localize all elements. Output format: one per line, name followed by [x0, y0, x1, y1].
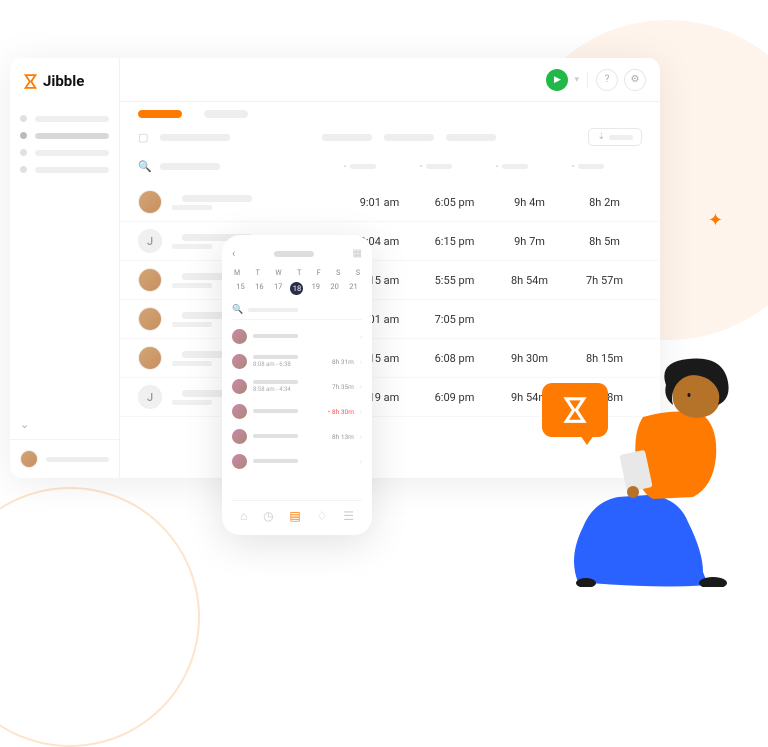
topbar: ▶ ▾ ? ⚙: [120, 58, 660, 102]
mobile-list: ›8:08 am - 6:388h 31m›8:58 am - 4:347h 3…: [232, 324, 362, 496]
sidebar: Jibble ⌄: [10, 58, 120, 478]
avatar: J: [138, 385, 162, 409]
filter-bar: ▢ ⇣: [120, 118, 660, 156]
clock-in-button[interactable]: ▶: [546, 69, 568, 91]
weekday-labels: MTWTFSS: [232, 266, 362, 280]
cell: 5:55 pm: [417, 274, 492, 287]
sidebar-collapse-toggle[interactable]: ⌄: [10, 410, 119, 439]
cell: 6:15 pm: [417, 235, 492, 248]
list-item[interactable]: ◔ 8h 30m›: [232, 399, 362, 424]
cell: 8h 2m: [567, 196, 642, 209]
cell: 8h 5m: [567, 235, 642, 248]
cell: 9:01 am: [342, 196, 417, 209]
sidebar-item[interactable]: [20, 161, 109, 178]
avatar: [138, 268, 162, 292]
timesheets-icon[interactable]: ▤: [289, 509, 300, 523]
date-cell[interactable]: 16: [253, 282, 266, 295]
date-cell[interactable]: 15: [234, 282, 247, 295]
avatar: [232, 329, 247, 344]
column-header: ◔: [570, 162, 642, 171]
hourglass-logo-icon: [22, 73, 39, 90]
dropdown-caret-icon[interactable]: ▾: [574, 75, 579, 85]
avatar: [232, 354, 247, 369]
avatar: [138, 346, 162, 370]
cell: 7:05 pm: [417, 313, 492, 326]
search-icon[interactable]: 🔍: [138, 160, 152, 173]
mobile-search[interactable]: 🔍: [232, 301, 362, 320]
timer-icon[interactable]: ◷: [263, 509, 273, 523]
date-cell[interactable]: 21: [347, 282, 360, 295]
column-header: ◔: [418, 162, 490, 171]
cell: 9h 7m: [492, 235, 567, 248]
cell: 9h 30m: [492, 352, 567, 365]
tab[interactable]: [204, 110, 248, 118]
avatar: J: [138, 229, 162, 253]
tab-active[interactable]: [138, 110, 182, 118]
menu-icon[interactable]: ☰: [343, 509, 354, 523]
shield-icon[interactable]: ♢: [317, 509, 328, 523]
avatar: [232, 379, 247, 394]
avatar: [20, 450, 38, 468]
date-cell[interactable]: 19: [309, 282, 322, 295]
sidebar-item[interactable]: [20, 110, 109, 127]
speech-bubble: [542, 383, 608, 437]
logo[interactable]: Jibble: [10, 58, 119, 110]
logo-text: Jibble: [43, 72, 84, 90]
list-item[interactable]: 8:08 am - 6:388h 31m›: [232, 349, 362, 374]
list-item[interactable]: 8:58 am - 4:347h 35m›: [232, 374, 362, 399]
list-item[interactable]: ›: [232, 324, 362, 349]
cell: [492, 313, 567, 326]
avatar: [138, 190, 162, 214]
column-header: ◔: [494, 162, 566, 171]
help-button[interactable]: ?: [596, 69, 618, 91]
cell: 9h 4m: [492, 196, 567, 209]
list-item[interactable]: ›: [232, 449, 362, 474]
cell: 7h 57m: [567, 274, 642, 287]
cell: [567, 313, 642, 326]
table-row[interactable]: 8:01 am7:05 pm: [120, 300, 660, 339]
table-row[interactable]: J9:04 am6:15 pm9h 7m8h 5m: [120, 222, 660, 261]
cell: 6:09 pm: [417, 391, 492, 404]
cell: 6:08 pm: [417, 352, 492, 365]
avatar: [138, 307, 162, 331]
calendar-icon[interactable]: ▢: [138, 131, 148, 144]
cell: 6:05 pm: [417, 196, 492, 209]
list-item[interactable]: 8h 13m›: [232, 424, 362, 449]
hourglass-logo-icon: [560, 395, 590, 425]
tab-bar: [120, 102, 660, 118]
date-cell[interactable]: 17: [272, 282, 285, 295]
avatar: [232, 454, 247, 469]
mobile-title: [274, 251, 314, 257]
table-row[interactable]: 9:01 am6:05 pm9h 4m8h 2m: [120, 183, 660, 222]
decorative-plus-icon: ✦: [708, 210, 723, 231]
table-row[interactable]: 9:15 am5:55 pm8h 54m7h 57m: [120, 261, 660, 300]
date-picker: 15 16 17 18 19 20 21: [232, 280, 362, 301]
sidebar-item[interactable]: [20, 144, 109, 161]
avatar: [232, 404, 247, 419]
avatar: [232, 429, 247, 444]
back-button[interactable]: ‹: [232, 247, 235, 260]
search-bar: 🔍 ◔ ◔ ◔ ◔: [120, 156, 660, 183]
home-icon[interactable]: ⌂: [240, 509, 247, 523]
mobile-bottom-nav: ⌂ ◷ ▤ ♢ ☰: [232, 500, 362, 523]
date-cell[interactable]: 18: [290, 282, 303, 295]
current-user[interactable]: [10, 439, 119, 478]
cell: 8h 54m: [492, 274, 567, 287]
notifications-button[interactable]: ⚙: [624, 69, 646, 91]
calendar-icon[interactable]: ▦: [353, 248, 362, 259]
column-header: ◔: [342, 162, 414, 171]
sidebar-item[interactable]: [20, 127, 109, 144]
mobile-app-preview: ‹ ▦ MTWTFSS 15161718192021 🔍 ›8:08 am - …: [222, 235, 372, 535]
date-cell[interactable]: 20: [328, 282, 341, 295]
export-button[interactable]: ⇣: [588, 128, 642, 146]
